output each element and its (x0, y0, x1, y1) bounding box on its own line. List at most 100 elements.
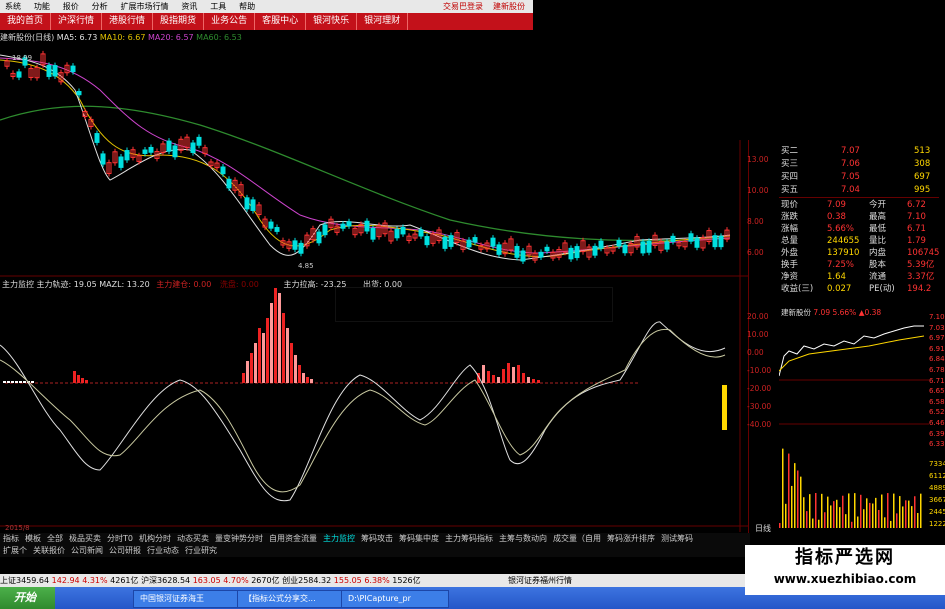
info-tab[interactable]: 行业动态 (147, 546, 179, 555)
indicator-bar (487, 371, 490, 383)
mini-volume-bar (908, 500, 910, 528)
indicator-tab[interactable]: 机构分时 (139, 534, 171, 543)
buy4-price: 7.05 (841, 172, 860, 182)
axis-tick-13: 13.00 (747, 155, 769, 164)
info-tab[interactable]: 公司新闻 (71, 546, 103, 555)
buy4-label: 买四 (781, 172, 799, 182)
nav-tab-hk[interactable]: 港股行情 (102, 13, 154, 30)
menu-item-function[interactable]: 功能 (34, 0, 50, 13)
info-tab[interactable]: 公司研报 (109, 546, 141, 555)
sh-pct: 4.31% (82, 576, 108, 585)
buy3-label: 买三 (781, 159, 799, 169)
mini-volume-bar (803, 497, 805, 528)
mini-volume-bar (791, 485, 793, 528)
menu-item-system[interactable]: 系统 (5, 0, 21, 13)
stock-name-link[interactable]: 建新股份 (493, 0, 525, 13)
menu-item-analysis[interactable]: 分析 (92, 0, 108, 13)
taskbar-item-capture[interactable]: D:\PICapture_pr (341, 590, 449, 608)
price-axis: 13.00 10.00 8.00 6.00 (747, 144, 777, 268)
mini-volume-tick: 2445 (929, 508, 945, 516)
mini-volume-tick: 3667 (929, 496, 945, 504)
stat-value: 3.37亿 (907, 272, 935, 282)
mini-volume-bar (881, 494, 883, 528)
indicator-bar (85, 380, 88, 383)
mini-price-tick: 6.58 (929, 397, 945, 406)
buy2-label: 买二 (781, 146, 799, 156)
stat-value: 5.66% (827, 224, 855, 234)
trade-login-link[interactable]: 交易巴登录 (443, 0, 483, 13)
taskbar-item-app[interactable]: 中国银河证券海王 (133, 590, 241, 608)
indicator-bar (23, 381, 26, 383)
mini-volume-tick: 1222 (929, 520, 945, 528)
indicator-tab[interactable]: 极品买卖 (69, 534, 101, 543)
menu-item-help[interactable]: 帮助 (239, 0, 255, 13)
indicator-bar (262, 333, 265, 383)
indicator-tab[interactable]: 主力筹码指标 (445, 534, 493, 543)
sh-chg: 142.94 (51, 576, 80, 585)
site-watermark: 指标严选网 www.xuezhibiao.com (745, 545, 945, 595)
indicator-tab[interactable]: 全部 (47, 534, 63, 543)
indicator-bar (11, 381, 14, 383)
indicator-bar (7, 381, 10, 383)
indicator-tab[interactable]: 量变钟势分时 (215, 534, 263, 543)
sh-amt: 4261亿 (110, 576, 139, 585)
nav-tab-happy[interactable]: 银河快乐 (306, 13, 358, 30)
intraday-mini-chart[interactable] (779, 316, 929, 531)
indicator-bar (73, 371, 76, 383)
indicator-bar (242, 373, 245, 383)
info-tab[interactable]: 行业研究 (185, 546, 217, 555)
mini-volume-bar (839, 507, 841, 528)
mini-volume-bar (809, 494, 811, 528)
buy3-price: 7.06 (841, 159, 860, 169)
nav-tab-service[interactable]: 客服中心 (255, 13, 307, 30)
start-button[interactable]: 开始 (0, 587, 55, 609)
indicator-tab[interactable]: 分时T0 (107, 534, 133, 543)
nav-tab-finance[interactable]: 银河理财 (357, 13, 409, 30)
buy4-vol: 697 (914, 172, 931, 182)
taskbar-item-forum[interactable]: 【指标公式分享交... (237, 590, 345, 608)
stat-value: 0.38 (827, 212, 846, 222)
indicator-tab[interactable]: 模板 (25, 534, 41, 543)
stat-label: 净资 (781, 272, 799, 282)
menu-item-ext-market[interactable]: 扩展市场行情 (121, 0, 169, 13)
menu-item-tools[interactable]: 工具 (210, 0, 226, 13)
indicator-tab[interactable]: 筹码涨升排序 (607, 534, 655, 543)
indicator-bar (507, 363, 510, 383)
info-tab[interactable]: 关联报价 (33, 546, 65, 555)
mini-price-tick: 7.03 (929, 323, 945, 332)
menu-item-quote[interactable]: 报价 (63, 0, 79, 13)
menu-item-info[interactable]: 资讯 (181, 0, 197, 13)
indicator-axis: 20.00 10.00 0.00 -10.00 -20.00 -30.00 -4… (747, 308, 775, 434)
indicator-tab[interactable]: 筹码攻击 (361, 534, 393, 543)
mini-price-tick: 6.78 (929, 365, 945, 374)
stat-label: 外盘 (781, 248, 799, 258)
mini-volume-bar (785, 503, 787, 528)
mini-volume-bar (917, 513, 919, 528)
mini-price-tick: 6.97 (929, 334, 945, 343)
indicator-tab[interactable]: 主筹与数动向 (499, 534, 547, 543)
mini-volume-bar (920, 493, 922, 528)
mini-price-tick: 6.46 (929, 418, 945, 427)
svg-text:2015/8: 2015/8 (5, 524, 30, 532)
indicator-tab[interactable]: 指标 (3, 534, 19, 543)
indicator-bar (294, 355, 297, 383)
indicator-bar (522, 373, 525, 383)
indicator-tab[interactable]: 筹码集中度 (399, 534, 439, 543)
indicator-tab[interactable]: 自用资金流量 (269, 534, 317, 543)
mini-volume-bar (860, 494, 862, 528)
nav-tab-hs[interactable]: 沪深行情 (51, 13, 103, 30)
nav-tab-futures[interactable]: 股指期货 (153, 13, 205, 30)
indicator-tab[interactable]: 主力监控 (323, 534, 355, 543)
mini-volume-tick: 7334 (929, 460, 945, 468)
axis-tick-6: 6.00 (747, 248, 764, 257)
nav-tab-home[interactable]: 我的首页 (0, 13, 52, 30)
indicator-tab[interactable]: 成交量（自用 (553, 534, 601, 543)
indicator-tab[interactable]: 测试筹码 (661, 534, 693, 543)
indicator-tab[interactable]: 动态买卖 (177, 534, 209, 543)
high-price-label: 18.99 (12, 54, 32, 62)
info-tab[interactable]: 扩展个 (3, 546, 27, 555)
cy-chg: 155.05 (333, 576, 362, 585)
mini-volume-bar (884, 517, 886, 528)
nav-tab-notice[interactable]: 业务公告 (204, 13, 256, 30)
mini-price-tick: 6.91 (929, 344, 945, 353)
